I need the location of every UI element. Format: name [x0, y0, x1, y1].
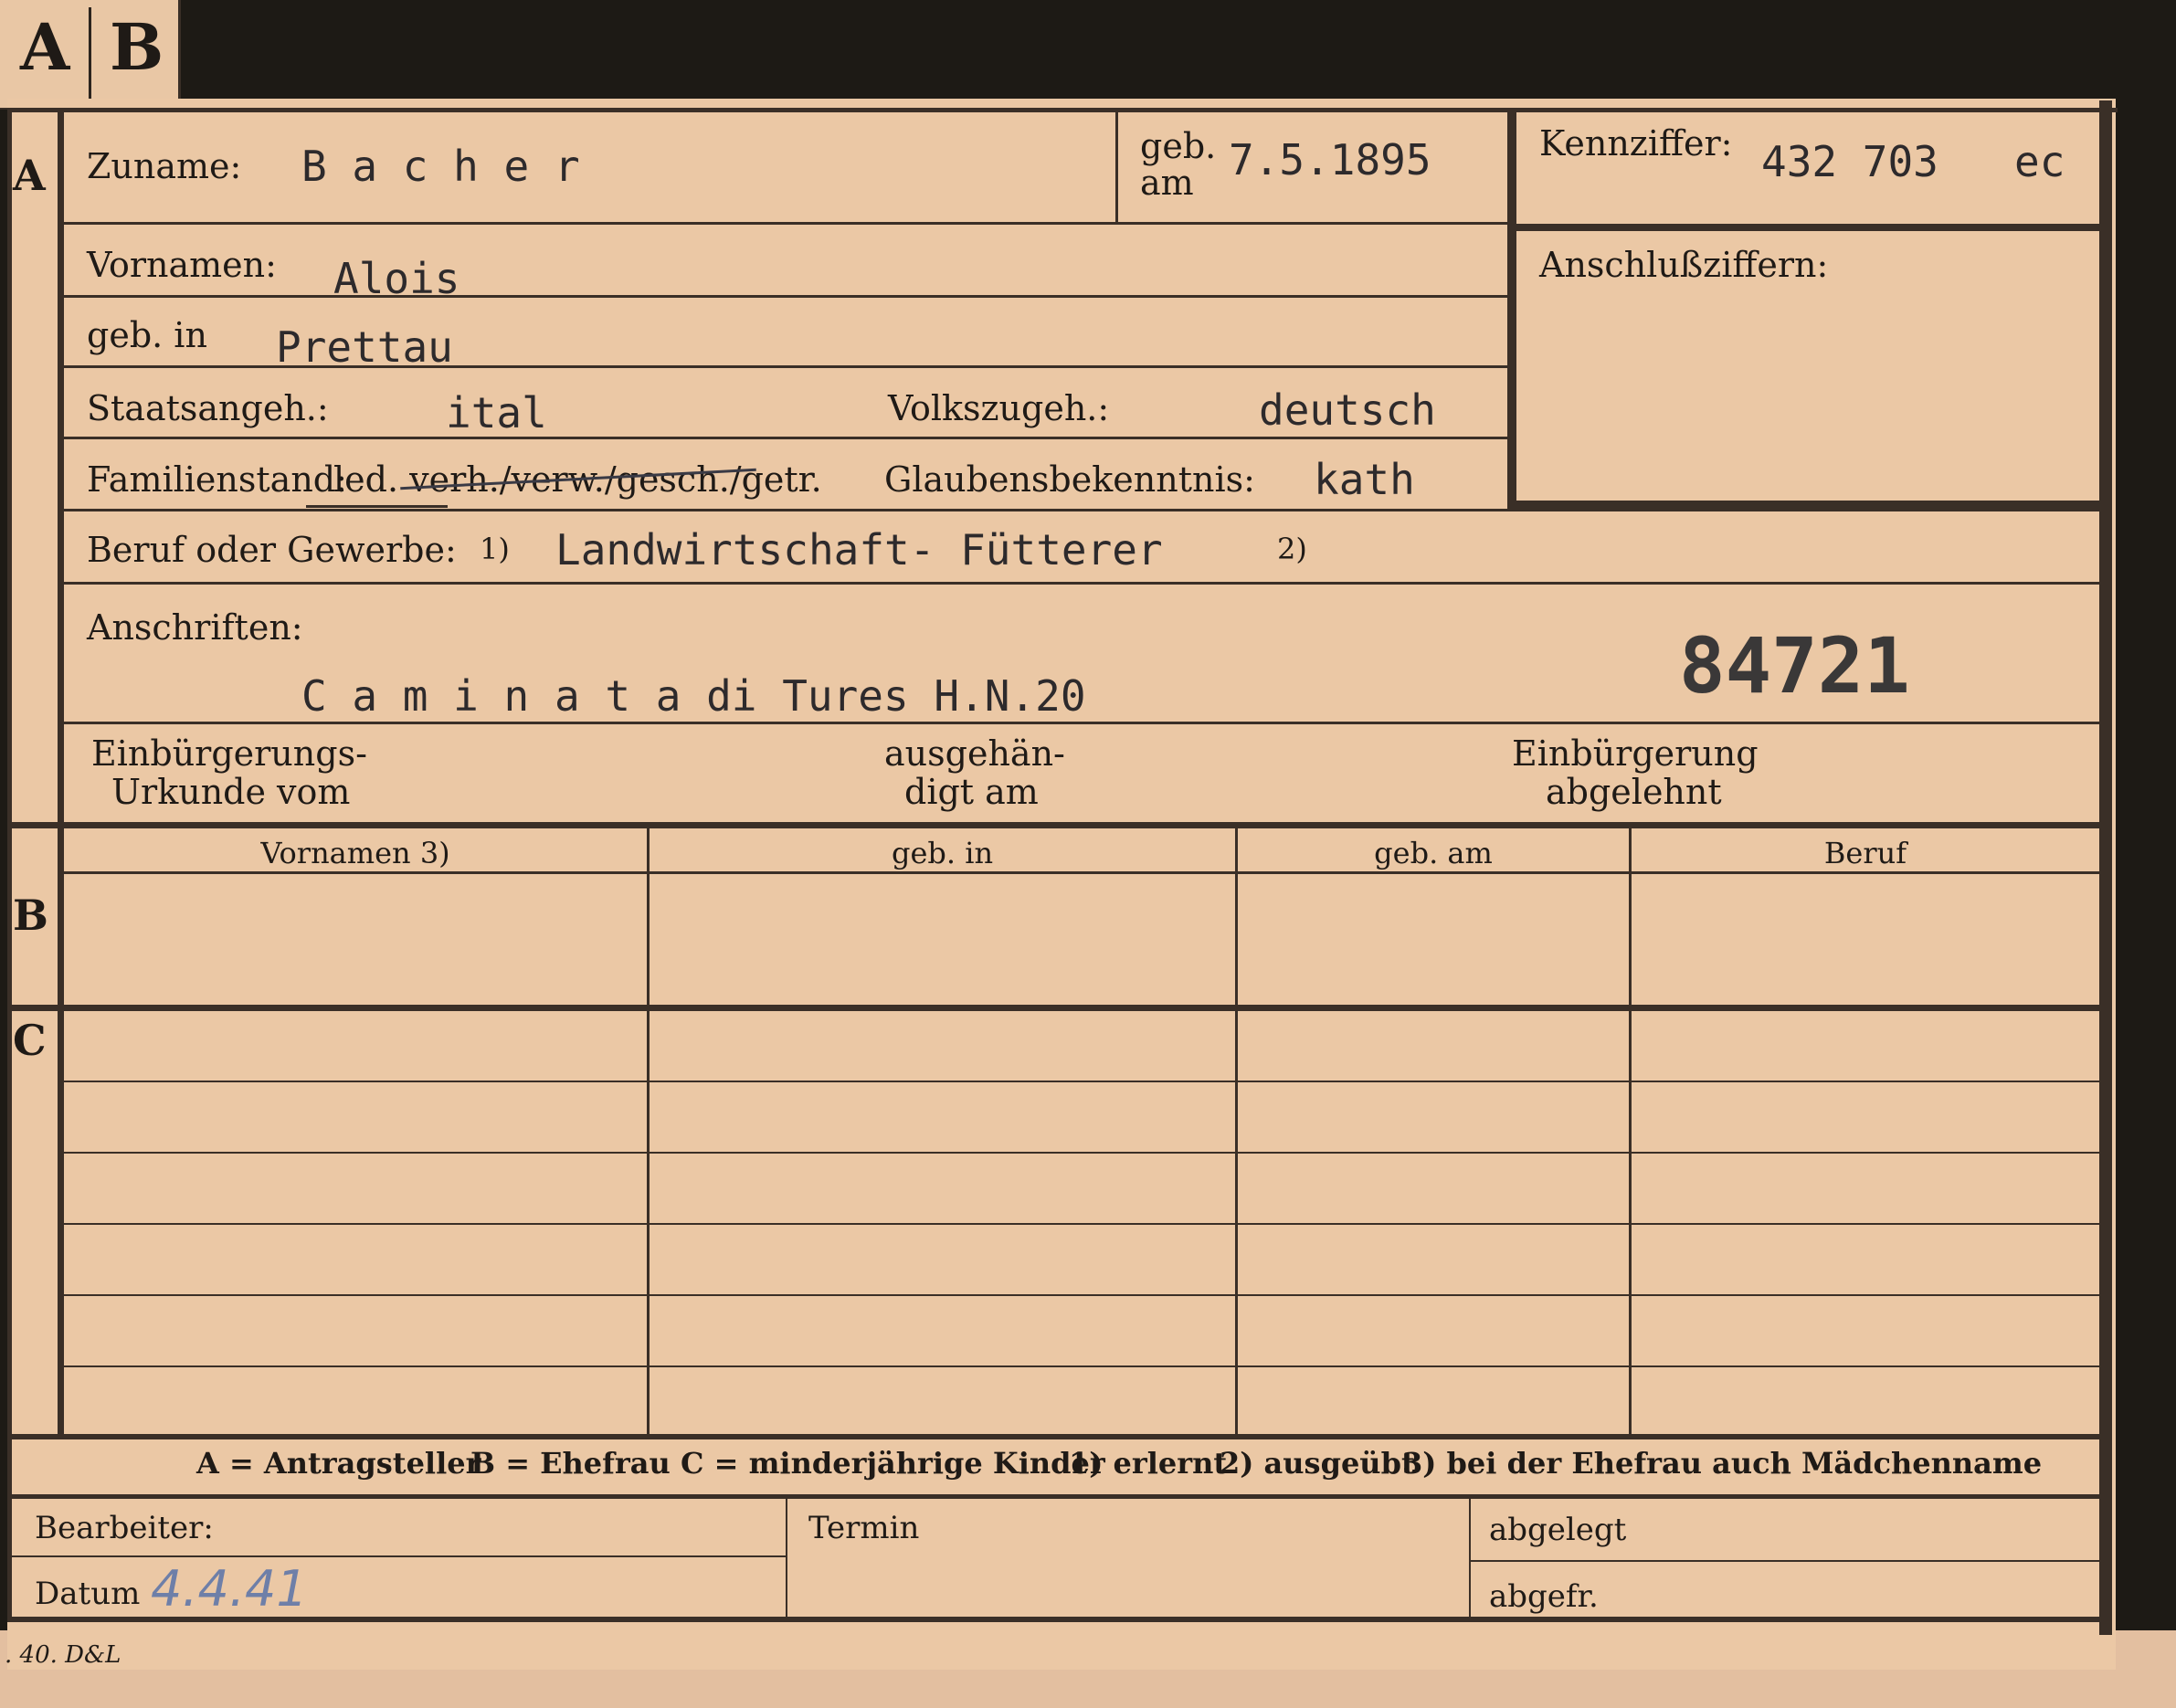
- legend-a: A = Antragsteller: [196, 1446, 481, 1481]
- termin-label: Termin: [808, 1510, 920, 1546]
- border-right: [2099, 100, 2112, 1635]
- einbuergerung-abgelehnt-label-2: abgelehnt: [1546, 772, 1722, 812]
- volkszugeh-label: Volkszugeh.:: [888, 388, 1110, 428]
- print-code: . 40. D&L: [5, 1641, 121, 1669]
- ausgehaendigt-label-1: ausgehän-: [884, 733, 1065, 774]
- bearbeiter-label: Bearbeiter:: [35, 1510, 214, 1546]
- anschriften-value: C a m i n a t a di Tures H.N.20: [301, 671, 1086, 721]
- section-letter-c: C: [13, 1016, 47, 1065]
- geb-am-label-1: geb.: [1140, 126, 1217, 166]
- section-b-top: [7, 822, 2101, 828]
- table-header-geb-in: geb. in: [891, 836, 994, 870]
- section-letter-b: B: [13, 891, 48, 940]
- abgelegt-label: abgelegt: [1489, 1512, 1627, 1548]
- abgefr-label: abgefr.: [1489, 1578, 1599, 1615]
- glaubensbekenntnis-value: kath: [1314, 455, 1415, 504]
- einbuergerung-urkunde-label-1: Einbürgerungs-: [91, 733, 367, 774]
- datum-label: Datum: [35, 1576, 141, 1612]
- geb-in-label: geb. in: [87, 315, 207, 355]
- kennziffer-value: 432 703: [1761, 137, 1938, 186]
- familienstand-underline: [306, 505, 448, 508]
- vornamen-label: Vornamen:: [87, 245, 277, 285]
- legend-note-1: 1) erlernt: [1069, 1446, 1228, 1481]
- volkszugeh-value: deutsch: [1259, 385, 1436, 435]
- familienstand-label: Familienstand:: [87, 459, 347, 500]
- stamp-number: 84721: [1679, 621, 1910, 711]
- legend-b: B = Ehefrau: [470, 1446, 671, 1481]
- table-header-beruf: Beruf: [1823, 836, 1907, 870]
- tab-letter-b: B: [110, 9, 164, 85]
- legend-note-3: 3) bei der Ehefrau auch Mädchenname: [1402, 1446, 2043, 1481]
- beruf-note-2: 2): [1277, 532, 1307, 566]
- table-header-vornamen: Vornamen 3): [260, 836, 450, 870]
- einbuergerung-abgelehnt-label-1: Einbürgerung: [1512, 733, 1759, 774]
- kennziffer-label: Kennziffer:: [1539, 123, 1733, 163]
- anschlussziffern-label: Anschlußziffern:: [1539, 245, 1829, 285]
- ausgehaendigt-label-2: digt am: [904, 772, 1039, 812]
- staatsangeh-value: ital: [446, 388, 547, 438]
- legend-note-2: 2) ausgeübt: [1220, 1446, 1415, 1481]
- beruf-value: Landwirtschaft- Fütterer: [555, 525, 1163, 575]
- einbuergerung-urkunde-label-2: Urkunde vom: [111, 772, 351, 812]
- geb-am-value: 7.5.1895: [1229, 135, 1431, 185]
- vornamen-value: Alois: [333, 254, 460, 303]
- border-left: [7, 108, 12, 1619]
- section-c-top: [7, 1005, 2101, 1011]
- border-bottom: [7, 1617, 2112, 1622]
- anschriften-label: Anschriften:: [87, 607, 303, 648]
- tab-divider: [89, 7, 91, 102]
- zuname-label: Zuname:: [87, 146, 242, 186]
- beruf-note-1: 1): [480, 532, 510, 566]
- geb-in-value: Prettau: [276, 322, 453, 372]
- section-letter-a: A: [13, 151, 46, 200]
- kennziffer-box-left: [1507, 108, 1516, 511]
- tab-letter-a: A: [20, 9, 70, 85]
- section-column-divider: [58, 108, 64, 1437]
- datum-value: 4.4.41: [151, 1560, 308, 1618]
- zuname-value: B a c h e r: [301, 142, 580, 191]
- geb-am-label-2: am: [1140, 163, 1194, 203]
- table-header-geb-am: geb. am: [1374, 836, 1493, 870]
- legend-c: C = minderjährige Kinder: [681, 1446, 1105, 1481]
- card-tab: A B: [0, 0, 181, 110]
- kennziffer-suffix: ec: [2014, 137, 2065, 186]
- beruf-label: Beruf oder Gewerbe:: [87, 530, 457, 570]
- staatsangeh-label: Staatsangeh.:: [87, 388, 329, 428]
- border-top: [7, 108, 2118, 112]
- glaubensbekenntnis-label: Glaubensbekenntnis:: [884, 459, 1255, 500]
